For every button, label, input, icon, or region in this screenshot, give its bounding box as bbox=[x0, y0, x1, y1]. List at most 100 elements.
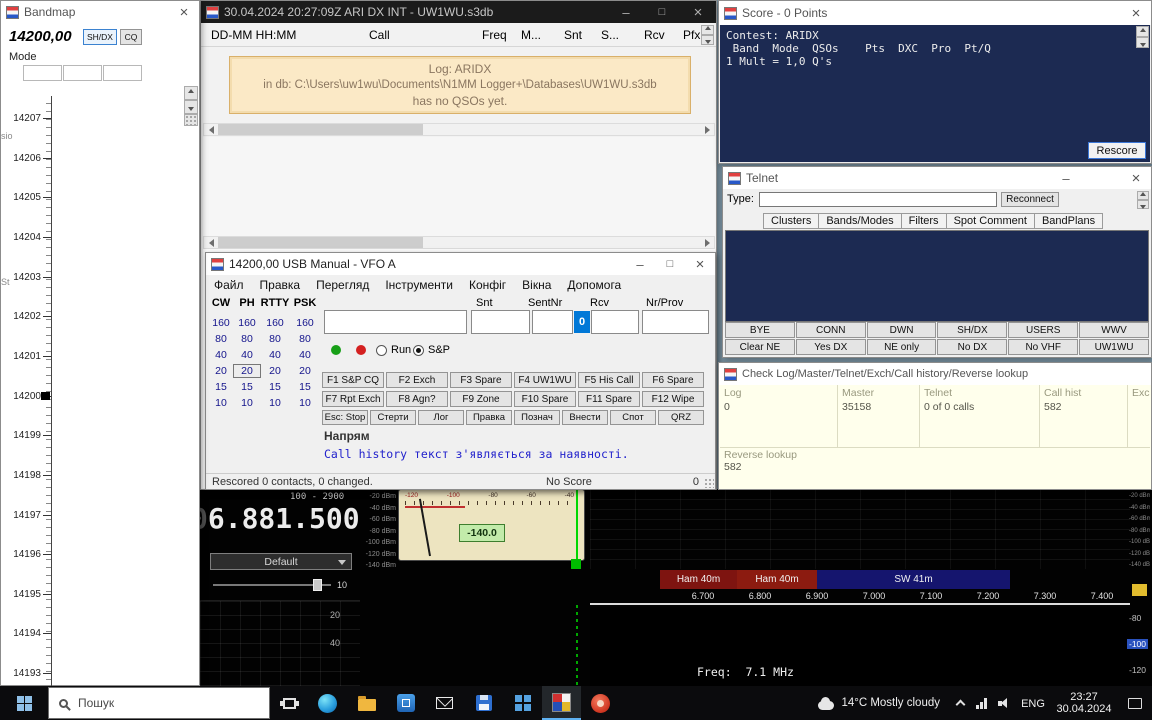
band-bar[interactable]: Ham 40m bbox=[737, 570, 817, 589]
sp-radio[interactable]: S&P bbox=[413, 344, 450, 356]
dwn-button[interactable]: DWN bbox=[867, 322, 937, 338]
maximize-button[interactable] bbox=[644, 1, 680, 23]
scroll-right-arrow[interactable] bbox=[700, 237, 714, 248]
wipe-button[interactable]: Стерти bbox=[370, 410, 416, 425]
esc-stop-button[interactable]: Esc: Stop bbox=[322, 410, 368, 425]
band-cell[interactable]: 160 bbox=[292, 317, 318, 329]
band-cell[interactable]: 15 bbox=[260, 381, 290, 393]
tab-bandplans[interactable]: BandPlans bbox=[1035, 213, 1103, 229]
spot-button[interactable]: Спот bbox=[610, 410, 656, 425]
fkey-button[interactable]: F7 Rpt Exch bbox=[322, 391, 384, 407]
fkey-button[interactable]: F6 Spare bbox=[642, 372, 704, 388]
sentnr-selected-value[interactable]: 0 bbox=[574, 311, 590, 333]
no-vhf-button[interactable]: No VHF bbox=[1008, 339, 1078, 355]
taskbar-app-blue[interactable] bbox=[386, 686, 425, 720]
snt-field[interactable] bbox=[471, 310, 530, 334]
close-button[interactable] bbox=[680, 1, 716, 23]
log-button[interactable]: Лог bbox=[418, 410, 464, 425]
scroll-left-arrow[interactable] bbox=[204, 237, 218, 248]
band-cell[interactable]: 10 bbox=[234, 397, 260, 409]
band-cell[interactable]: 40 bbox=[260, 349, 290, 361]
horizontal-scrollbar[interactable] bbox=[203, 236, 715, 249]
fkey-button[interactable]: F9 Zone bbox=[450, 391, 512, 407]
band-cell[interactable]: 160 bbox=[208, 317, 234, 329]
tab-filters[interactable]: Filters bbox=[902, 213, 947, 229]
volume-button[interactable] bbox=[992, 698, 1016, 709]
yes-dx-button[interactable]: Yes DX bbox=[796, 339, 866, 355]
band-cell[interactable]: 10 bbox=[260, 397, 290, 409]
band-cell[interactable]: 160 bbox=[260, 317, 290, 329]
no-dx-button[interactable]: No DX bbox=[937, 339, 1007, 355]
band-cell[interactable]: 40 bbox=[292, 349, 318, 361]
run-radio[interactable]: Run bbox=[376, 344, 411, 356]
horizontal-scrollbar[interactable] bbox=[203, 123, 715, 136]
fkey-button[interactable]: F12 Wipe bbox=[642, 391, 704, 407]
edit-button[interactable]: Правка bbox=[466, 410, 512, 425]
mycall-button[interactable]: UW1WU bbox=[1079, 339, 1149, 355]
conn-button[interactable]: CONN bbox=[796, 322, 866, 338]
band-cell-selected[interactable]: 20 bbox=[234, 365, 260, 377]
close-button[interactable] bbox=[685, 253, 715, 275]
action-center-button[interactable] bbox=[1118, 698, 1152, 709]
band-cell[interactable]: 160 bbox=[234, 317, 260, 329]
users-button[interactable]: USERS bbox=[1008, 322, 1078, 338]
sdr-slider[interactable] bbox=[213, 578, 331, 592]
band-bar[interactable]: Ham 40m bbox=[660, 570, 737, 589]
taskbar-app-mail[interactable] bbox=[425, 686, 464, 720]
rcv-field[interactable] bbox=[591, 310, 639, 334]
weather-widget[interactable]: 14°C Mostly cloudy bbox=[818, 697, 940, 710]
scroll-thumb[interactable] bbox=[218, 237, 423, 248]
tab-clusters[interactable]: Clusters bbox=[763, 213, 819, 229]
rescore-button[interactable]: Rescore bbox=[1088, 142, 1146, 159]
fkey-button[interactable]: F3 Spare bbox=[450, 372, 512, 388]
callsign-field[interactable] bbox=[324, 310, 467, 334]
band-cell[interactable]: 20 bbox=[292, 365, 318, 377]
nrprov-field[interactable] bbox=[642, 310, 709, 334]
band-cell[interactable]: 15 bbox=[208, 381, 234, 393]
telnet-output[interactable] bbox=[725, 230, 1149, 322]
taskbar-app-edge[interactable] bbox=[308, 686, 347, 720]
menu-file[interactable]: Файл bbox=[206, 276, 252, 294]
telnet-type-input[interactable] bbox=[759, 192, 997, 207]
maximize-button[interactable] bbox=[655, 253, 685, 275]
fkey-button[interactable]: F8 Agn? bbox=[386, 391, 448, 407]
log-spinner[interactable] bbox=[701, 25, 714, 45]
band-cell[interactable]: 20 bbox=[260, 365, 290, 377]
clear-ne-button[interactable]: Clear NE bbox=[725, 339, 795, 355]
cq-button[interactable]: CQ bbox=[120, 29, 142, 45]
waterfall-scale-thumb[interactable] bbox=[1132, 584, 1147, 596]
mode-box[interactable] bbox=[103, 65, 142, 81]
language-indicator[interactable]: ENG bbox=[1016, 694, 1050, 712]
shdx-button[interactable]: SH/DX bbox=[83, 29, 117, 45]
taskbar-app-tiles[interactable] bbox=[503, 686, 542, 720]
fkey-button[interactable]: F5 His Call bbox=[578, 372, 640, 388]
score-spinner[interactable] bbox=[1136, 26, 1149, 48]
band-cell[interactable]: 15 bbox=[234, 381, 260, 393]
taskbar-app-n1mm[interactable] bbox=[542, 686, 581, 720]
spectrum-display[interactable] bbox=[590, 489, 1130, 569]
sdr-frequency-display[interactable]: 06.881.500 bbox=[200, 502, 360, 535]
taskbar-app-red[interactable] bbox=[581, 686, 620, 720]
shdx-button[interactable]: SH/DX bbox=[937, 322, 1007, 338]
band-cell[interactable]: 15 bbox=[292, 381, 318, 393]
ne-only-button[interactable]: NE only bbox=[867, 339, 937, 355]
band-cell[interactable]: 10 bbox=[208, 397, 234, 409]
minimize-button[interactable] bbox=[1051, 167, 1081, 189]
band-cell[interactable]: 40 bbox=[208, 349, 234, 361]
telnet-spinner[interactable] bbox=[1137, 191, 1149, 209]
close-button[interactable] bbox=[1121, 1, 1151, 25]
mode-box[interactable] bbox=[63, 65, 102, 81]
fkey-button[interactable]: F4 UW1WU bbox=[514, 372, 576, 388]
tab-bands-modes[interactable]: Bands/Modes bbox=[819, 213, 901, 229]
qrz-button[interactable]: QRZ bbox=[658, 410, 704, 425]
scroll-right-arrow[interactable] bbox=[700, 124, 714, 135]
menu-edit[interactable]: Правка bbox=[252, 276, 309, 294]
band-cell[interactable]: 80 bbox=[234, 333, 260, 345]
menu-tools[interactable]: Інструменти bbox=[377, 276, 461, 294]
bye-button[interactable]: BYE bbox=[725, 322, 795, 338]
band-cell[interactable]: 40 bbox=[234, 349, 260, 361]
task-view-button[interactable] bbox=[270, 686, 308, 720]
menu-view[interactable]: Перегляд bbox=[308, 276, 377, 294]
search-box[interactable]: Пошук bbox=[48, 687, 270, 719]
scroll-thumb[interactable] bbox=[218, 124, 423, 135]
